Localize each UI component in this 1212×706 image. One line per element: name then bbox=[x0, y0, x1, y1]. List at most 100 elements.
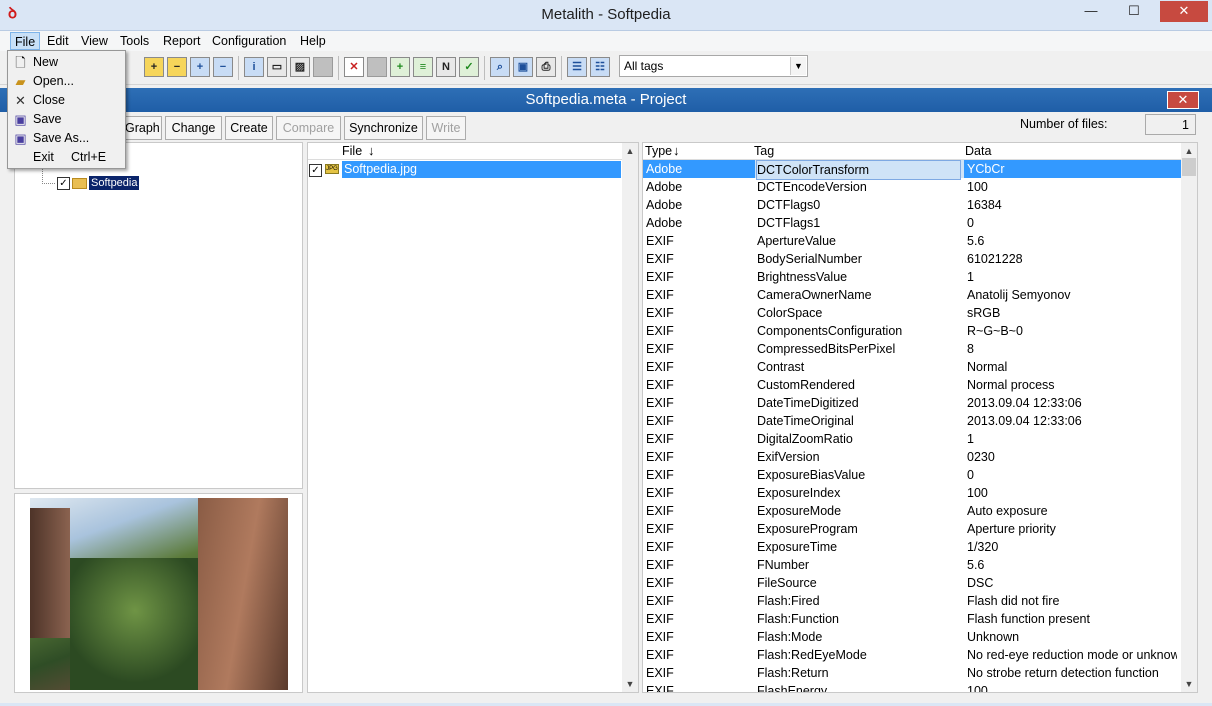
scroll-up-icon[interactable]: ▲ bbox=[622, 143, 638, 159]
table-row[interactable]: EXIF ComponentsConfiguration R~G~B~0 bbox=[643, 322, 1181, 340]
window-icon[interactable]: ▭ bbox=[267, 57, 287, 77]
menu-tools[interactable]: Tools bbox=[116, 32, 153, 50]
floppy-disk-icon: ▣ bbox=[14, 131, 27, 146]
tag-filter-dropdown[interactable]: All tags ▼ bbox=[619, 55, 808, 77]
table-row[interactable]: EXIF DigitalZoomRatio 1 bbox=[643, 430, 1181, 448]
table-row[interactable]: EXIF ExposureIndex 100 bbox=[643, 484, 1181, 502]
window-close-button[interactable]: ✕ bbox=[1160, 1, 1208, 22]
table-row[interactable]: EXIF ExposureProgram Aperture priority bbox=[643, 520, 1181, 538]
table-row[interactable]: Adobe DCTFlags1 0 bbox=[643, 214, 1181, 232]
tag-cell: Flash:Mode bbox=[757, 630, 823, 644]
table-row[interactable]: EXIF CompressedBitsPerPixel 8 bbox=[643, 340, 1181, 358]
table-row[interactable]: EXIF Flash:Return No strobe return detecti… bbox=[643, 664, 1181, 682]
scroll-down-icon[interactable]: ▼ bbox=[622, 676, 638, 692]
tag-cell: DCTFlags1 bbox=[757, 216, 821, 230]
menu-item-exit[interactable]: Exit Ctrl+E bbox=[9, 148, 125, 167]
menu-item-save[interactable]: ▣ Save bbox=[9, 110, 125, 129]
table-row[interactable]: EXIF Flash:Fired Flash did not fire bbox=[643, 592, 1181, 610]
table-row[interactable]: EXIF Flash:RedEyeMode No red-eye reduction… bbox=[643, 646, 1181, 664]
tree-item-softpedia[interactable]: Softpedia bbox=[89, 176, 140, 190]
table-row[interactable]: EXIF Flash:Mode Unknown bbox=[643, 628, 1181, 646]
table-row[interactable]: EXIF CustomRendered Normal process bbox=[643, 376, 1181, 394]
menu-item-close[interactable]: ✕ Close bbox=[9, 91, 125, 110]
table-row[interactable]: EXIF BrightnessValue 1 bbox=[643, 268, 1181, 286]
tag-cell: Flash:Fired bbox=[757, 594, 820, 608]
menu-item-save-as[interactable]: ▣ Save As... bbox=[9, 129, 125, 148]
file-list-scrollbar[interactable]: ▲ ▼ bbox=[622, 143, 638, 692]
synchronize-button[interactable]: Synchronize bbox=[344, 116, 423, 140]
expand-icon[interactable]: + bbox=[190, 57, 210, 77]
delete-tag-icon[interactable]: ✕ bbox=[344, 57, 364, 77]
table-row[interactable]: Adobe DCTColorTransform YCbCr bbox=[643, 160, 1181, 180]
tag-cell: ExifVersion bbox=[757, 450, 820, 464]
table-row[interactable]: EXIF ColorSpace sRGB bbox=[643, 304, 1181, 322]
info-icon[interactable]: i bbox=[244, 57, 264, 77]
tag-cell: Flash:RedEyeMode bbox=[757, 648, 867, 662]
menu-file[interactable]: File bbox=[10, 32, 41, 50]
menu-help[interactable]: Help bbox=[296, 32, 330, 50]
table-row[interactable]: EXIF Flash:Function Flash function present bbox=[643, 610, 1181, 628]
table-row[interactable]: Adobe DCTEncodeVersion 100 bbox=[643, 178, 1181, 196]
add-folder-icon[interactable]: + bbox=[144, 57, 164, 77]
image-icon[interactable]: ▨ bbox=[290, 57, 310, 77]
collapse-icon[interactable]: − bbox=[213, 57, 233, 77]
project-close-button[interactable]: ✕ bbox=[1167, 91, 1199, 109]
minimize-button[interactable]: — bbox=[1078, 1, 1104, 22]
table-row[interactable]: EXIF FlashEnergy 100 bbox=[643, 682, 1181, 692]
scroll-down-icon[interactable]: ▼ bbox=[1181, 676, 1197, 692]
table-row[interactable]: EXIF DateTimeDigitized 2013.09.04 12:33:06 bbox=[643, 394, 1181, 412]
table-row[interactable]: EXIF ExifVersion 0230 bbox=[643, 448, 1181, 466]
menu-configuration[interactable]: Configuration bbox=[208, 32, 290, 50]
print-icon[interactable]: ⎙ bbox=[536, 57, 556, 77]
type-cell: EXIF bbox=[646, 540, 674, 554]
search-icon[interactable]: ⌕ bbox=[490, 57, 510, 77]
file-checkbox[interactable]: ✓ bbox=[309, 164, 322, 177]
remove-folder-icon[interactable]: − bbox=[167, 57, 187, 77]
add-tag-icon[interactable]: + bbox=[390, 57, 410, 77]
file-item[interactable]: Softpedia.jpg bbox=[342, 161, 621, 178]
tag-cell: ExposureProgram bbox=[757, 522, 858, 536]
tree-checkbox[interactable]: ✓ bbox=[57, 177, 70, 190]
tag-cell: DigitalZoomRatio bbox=[757, 432, 853, 446]
table-row[interactable]: EXIF ExposureMode Auto exposure bbox=[643, 502, 1181, 520]
scrollbar-thumb[interactable] bbox=[1182, 158, 1196, 176]
graph-button[interactable]: Graph bbox=[120, 116, 162, 140]
table-row[interactable]: EXIF FNumber 5.6 bbox=[643, 556, 1181, 574]
table-row[interactable]: EXIF ExposureTime 1/320 bbox=[643, 538, 1181, 556]
table-row[interactable]: EXIF DateTimeOriginal 2013.09.04 12:33:06 bbox=[643, 412, 1181, 430]
type-column-header[interactable]: Type bbox=[645, 144, 672, 158]
metadata-scrollbar[interactable]: ▲ ▼ bbox=[1181, 143, 1197, 692]
table-row[interactable]: EXIF Contrast Normal bbox=[643, 358, 1181, 376]
edit-tag-icon[interactable]: ≡ bbox=[413, 57, 433, 77]
create-button[interactable]: Create bbox=[225, 116, 273, 140]
change-button[interactable]: Change bbox=[165, 116, 222, 140]
data-column-header[interactable]: Data bbox=[965, 144, 991, 158]
new-tag-icon[interactable]: N bbox=[436, 57, 456, 77]
jpg-file-icon: JPG bbox=[325, 164, 339, 174]
maximize-button[interactable]: ☐ bbox=[1112, 1, 1156, 22]
menu-item-new[interactable]: 🗋 New bbox=[9, 53, 125, 72]
details-view-icon[interactable]: ☷ bbox=[590, 57, 610, 77]
tag-column-header[interactable]: Tag bbox=[754, 144, 774, 158]
type-cell: EXIF bbox=[646, 396, 674, 410]
file-list bbox=[307, 142, 639, 693]
menu-item-open[interactable]: ▰ Open... bbox=[9, 72, 125, 91]
tag-cell: ExposureBiasValue bbox=[757, 468, 866, 482]
scroll-up-icon[interactable]: ▲ bbox=[1181, 143, 1197, 159]
table-row[interactable]: EXIF ExposureBiasValue 0 bbox=[643, 466, 1181, 484]
data-cell: 1 bbox=[967, 432, 974, 446]
table-row[interactable]: Adobe DCTFlags0 16384 bbox=[643, 196, 1181, 214]
table-row[interactable]: EXIF FileSource DSC bbox=[643, 574, 1181, 592]
export-icon[interactable]: ▣ bbox=[513, 57, 533, 77]
apply-icon[interactable]: ✓ bbox=[459, 57, 479, 77]
list-view-icon[interactable]: ☰ bbox=[567, 57, 587, 77]
chevron-down-icon[interactable]: ▼ bbox=[790, 57, 806, 75]
menu-view[interactable]: View bbox=[77, 32, 112, 50]
file-column-header[interactable]: File bbox=[342, 144, 362, 158]
menu-edit[interactable]: Edit bbox=[43, 32, 73, 50]
table-row[interactable]: EXIF ApertureValue 5.6 bbox=[643, 232, 1181, 250]
data-cell: 2013.09.04 12:33:06 bbox=[967, 414, 1082, 428]
table-row[interactable]: EXIF BodySerialNumber 61021228 bbox=[643, 250, 1181, 268]
table-row[interactable]: EXIF CameraOwnerName Anatolij Semyonov bbox=[643, 286, 1181, 304]
menu-report[interactable]: Report bbox=[159, 32, 205, 50]
